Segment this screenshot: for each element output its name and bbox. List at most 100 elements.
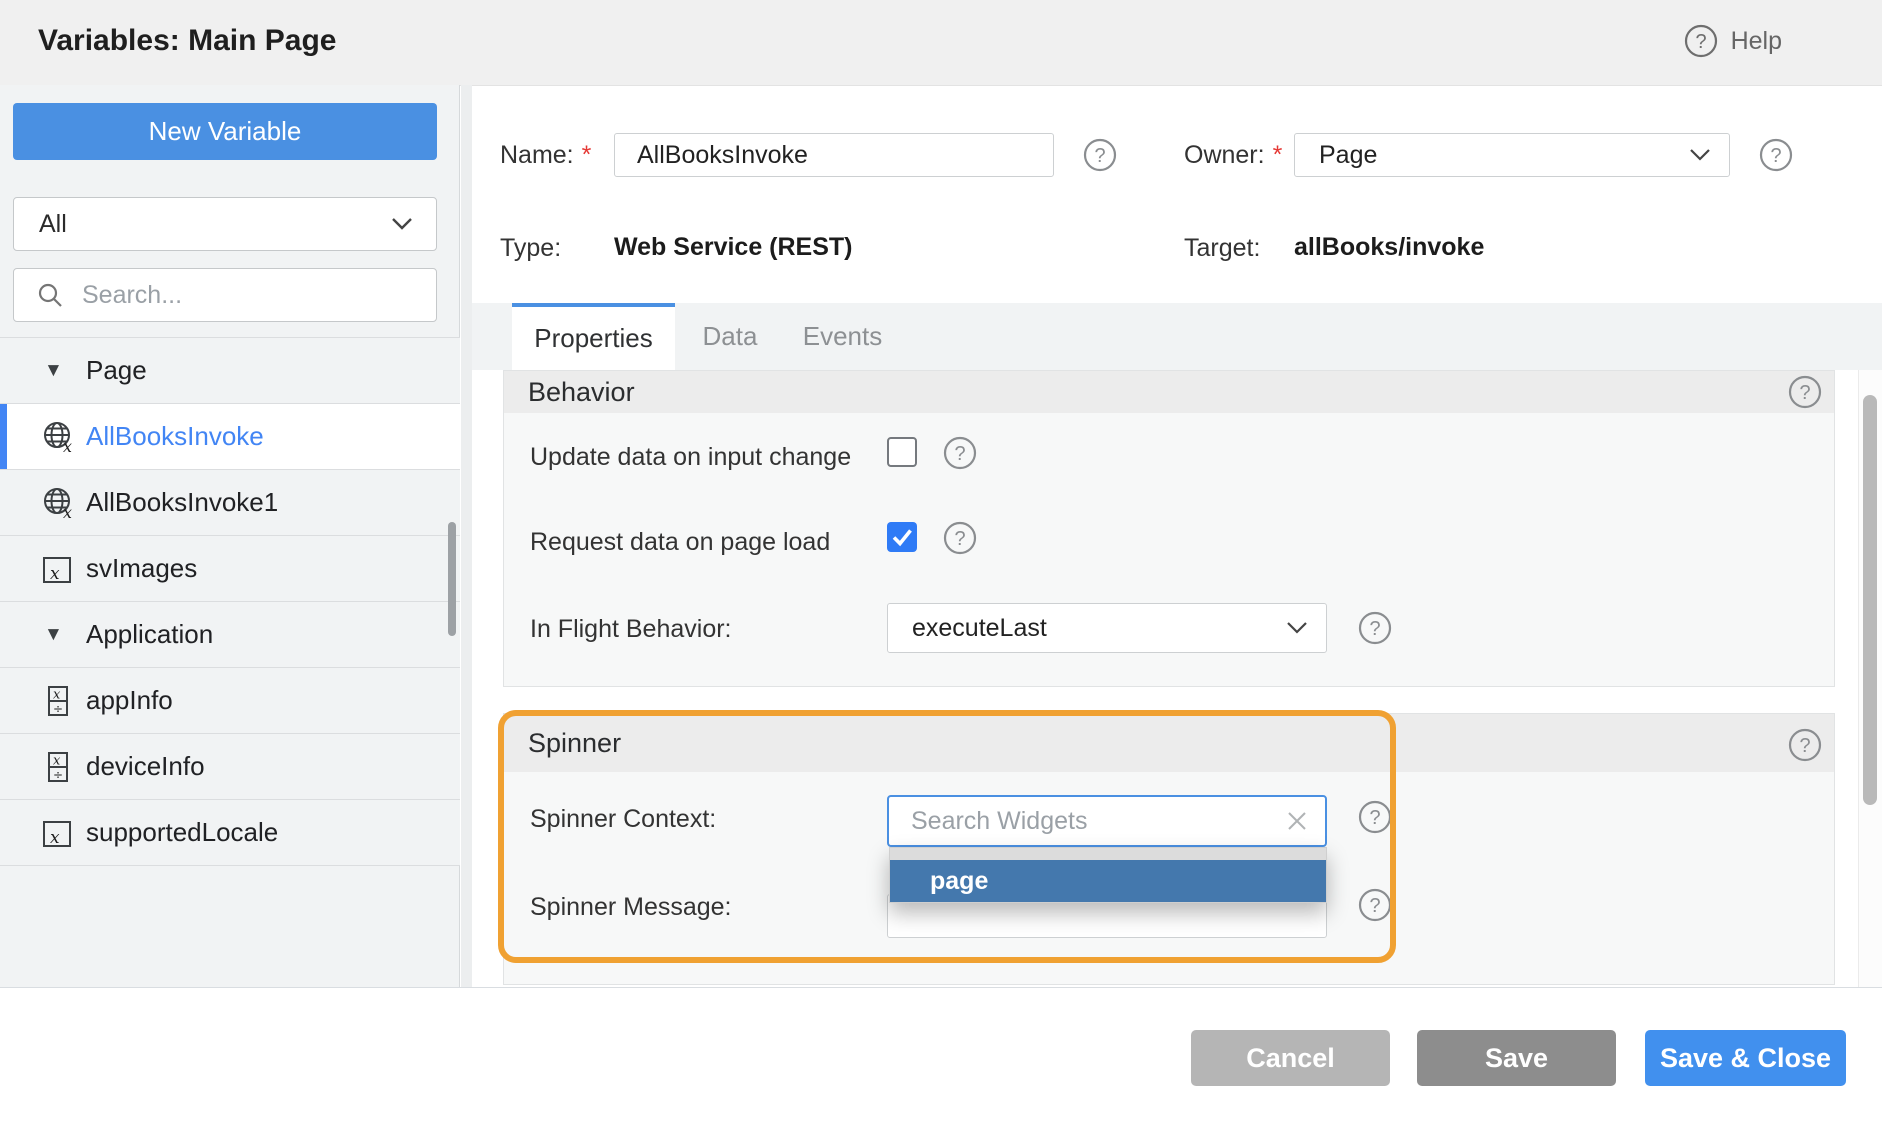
variable-filter-select[interactable]: All <box>13 197 437 251</box>
request-data-help-icon[interactable]: ? <box>943 521 977 555</box>
in-flight-help-icon[interactable]: ? <box>1358 611 1392 645</box>
triangle-expanded-icon[interactable]: ▼ <box>44 360 86 382</box>
spinner-message-help-icon[interactable]: ? <box>1358 888 1392 922</box>
svg-text:?: ? <box>1369 807 1380 829</box>
behavior-section-header: Behavior <box>504 371 1834 413</box>
sidebar-item-appinfo[interactable]: x÷ appInfo <box>0 668 460 734</box>
svg-text:?: ? <box>1369 895 1380 917</box>
target-value: allBooks/invoke <box>1294 233 1484 262</box>
footer-divider <box>0 987 1882 988</box>
name-label: Name:* <box>500 141 591 170</box>
svg-text:?: ? <box>954 443 965 465</box>
help-label[interactable]: Help <box>1731 27 1782 56</box>
spinner-help-icon[interactable]: ? <box>1788 728 1822 762</box>
spinner-message-label: Spinner Message: <box>530 893 732 922</box>
help-button[interactable]: ? Help <box>1684 24 1782 58</box>
search-input[interactable] <box>80 280 420 311</box>
sidebar-item-allbooksinvoke1[interactable]: x AllBooksInvoke1 <box>0 470 460 536</box>
svg-text:x: x <box>63 503 72 521</box>
name-input[interactable] <box>635 140 1033 171</box>
object-variable-icon: x÷ <box>40 749 76 785</box>
variable-list: ▼ Page x AllBooksInvoke x AllBooksInvoke… <box>0 337 460 866</box>
triangle-expanded-icon[interactable]: ▼ <box>44 624 86 646</box>
spinner-context-dropdown: page <box>889 847 1327 903</box>
update-data-help-icon[interactable]: ? <box>943 436 977 470</box>
type-value: Web Service (REST) <box>614 233 853 262</box>
spinner-context-label: Spinner Context: <box>530 805 716 834</box>
properties-scrollbar-thumb[interactable] <box>1863 395 1877 805</box>
spinner-context-field[interactable] <box>887 795 1327 847</box>
dropdown-option-page[interactable]: page <box>890 860 1326 902</box>
svg-text:?: ? <box>954 528 965 550</box>
panel-divider <box>461 85 472 988</box>
search-icon <box>36 281 64 309</box>
save-close-button[interactable]: Save & Close <box>1645 1030 1846 1086</box>
web-service-icon: x <box>40 485 76 521</box>
save-button[interactable]: Save <box>1417 1030 1616 1086</box>
svg-text:÷: ÷ <box>53 702 63 716</box>
svg-text:x: x <box>50 564 60 584</box>
svg-text:x: x <box>53 687 61 702</box>
variables-sidebar: New Variable All ▼ Page x <box>0 85 460 988</box>
help-circle-icon[interactable]: ? <box>1684 24 1718 58</box>
required-asterisk: * <box>582 141 592 169</box>
tab-events[interactable]: Events <box>790 303 895 370</box>
variables-dialog: Variables: Main Page ? Help New Variable… <box>0 0 1882 1124</box>
sidebar-item-allbooksinvoke[interactable]: x AllBooksInvoke <box>0 404 460 470</box>
svg-text:÷: ÷ <box>53 768 63 782</box>
tab-bar <box>472 303 1882 370</box>
image-variable-icon: x <box>40 551 76 587</box>
sidebar-item-supportedlocale[interactable]: x supportedLocale <box>0 800 460 866</box>
dropdown-top-strip <box>890 848 1326 860</box>
spinner-title: Spinner <box>528 728 621 759</box>
svg-text:x: x <box>53 753 61 768</box>
cancel-button[interactable]: Cancel <box>1191 1030 1390 1086</box>
owner-label: Owner:* <box>1184 141 1282 170</box>
clear-x-icon[interactable] <box>1285 809 1309 833</box>
required-asterisk: * <box>1273 141 1283 169</box>
tab-data[interactable]: Data <box>690 303 770 370</box>
behavior-title: Behavior <box>528 377 635 408</box>
image-variable-icon: x <box>40 815 76 851</box>
svg-text:?: ? <box>1799 735 1810 757</box>
sidebar-item-deviceinfo[interactable]: x÷ deviceInfo <box>0 734 460 800</box>
spinner-section: Spinner ? Spinner Context: ? Spinner Mes… <box>503 713 1835 985</box>
tab-properties[interactable]: Properties <box>512 303 675 370</box>
behavior-help-icon[interactable]: ? <box>1788 375 1822 409</box>
svg-text:x: x <box>63 437 72 455</box>
name-help-icon[interactable]: ? <box>1083 138 1117 172</box>
chevron-down-icon <box>390 216 414 232</box>
request-data-checkbox[interactable] <box>887 522 917 552</box>
spinner-context-input[interactable] <box>909 806 1285 837</box>
owner-help-icon[interactable]: ? <box>1759 138 1793 172</box>
request-data-label: Request data on page load <box>530 528 830 557</box>
update-data-checkbox[interactable] <box>887 437 917 467</box>
object-variable-icon: x÷ <box>40 683 76 719</box>
name-field[interactable] <box>614 133 1054 177</box>
spinner-section-header: Spinner <box>504 714 1834 772</box>
sidebar-scrollbar-thumb[interactable] <box>448 522 456 636</box>
owner-select[interactable]: Page <box>1294 133 1730 177</box>
svg-text:?: ? <box>1094 145 1105 167</box>
sidebar-section-page[interactable]: ▼ Page <box>0 338 460 404</box>
spinner-message-input[interactable] <box>908 901 1306 932</box>
sidebar-item-svimages[interactable]: x svImages <box>0 536 460 602</box>
sidebar-search[interactable] <box>13 268 437 322</box>
in-flight-select[interactable]: executeLast <box>887 603 1327 653</box>
chevron-down-icon <box>1689 148 1711 162</box>
sidebar-section-application[interactable]: ▼ Application <box>0 602 460 668</box>
new-variable-button[interactable]: New Variable <box>13 103 437 160</box>
svg-text:?: ? <box>1770 145 1781 167</box>
svg-text:x: x <box>50 828 60 848</box>
target-label: Target: <box>1184 234 1260 263</box>
svg-text:?: ? <box>1695 31 1706 53</box>
web-service-icon: x <box>40 419 76 455</box>
checkmark-icon <box>888 523 916 551</box>
svg-text:?: ? <box>1799 382 1810 404</box>
owner-value: Page <box>1319 141 1377 170</box>
spinner-context-help-icon[interactable]: ? <box>1358 800 1392 834</box>
update-data-label: Update data on input change <box>530 443 851 472</box>
filter-value: All <box>39 210 390 239</box>
behavior-section: Behavior ? Update data on input change ?… <box>503 370 1835 687</box>
chevron-down-icon <box>1286 621 1308 635</box>
